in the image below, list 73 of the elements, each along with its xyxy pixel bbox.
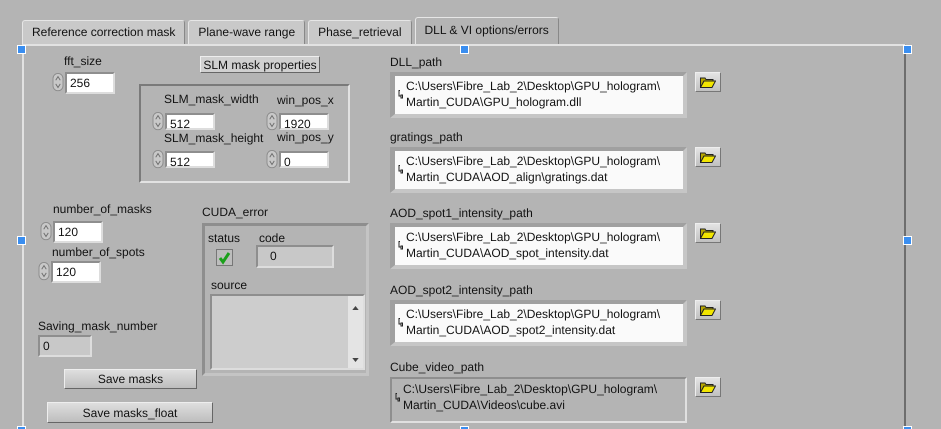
spinner-icon[interactable] xyxy=(152,112,164,132)
path-field[interactable]: C:\Users\Fibre_Lab_2\Desktop\GPU_hologram\ Martin_CUDA\AOD_align\gratings.dat xyxy=(390,147,687,193)
field-label: fft_size xyxy=(64,54,102,68)
field-label: SLM_mask_height xyxy=(164,131,264,145)
save-button[interactable]: Save masks_float xyxy=(47,402,213,423)
path-field[interactable]: C:\Users\Fibre_Lab_2\Desktop\GPU_hologram\ Martin_CUDA\Videos\cube.avi xyxy=(390,377,687,423)
browse-button[interactable] xyxy=(695,223,721,243)
properties-button[interactable]: SLM mask properties xyxy=(200,56,320,73)
scrollbar[interactable] xyxy=(348,296,363,368)
numeric-field[interactable]: 120 xyxy=(51,261,101,283)
path-icon xyxy=(398,241,403,250)
numeric-field[interactable]: 1920 xyxy=(279,113,329,130)
selection-handle[interactable] xyxy=(903,236,912,245)
spinner-icon[interactable] xyxy=(52,73,64,93)
browse-button[interactable] xyxy=(695,72,721,92)
folder-icon xyxy=(700,382,716,392)
path-text: C:\Users\Fibre_Lab_2\Desktop\GPU_hologram\ Martin_CUDA\AOD_spot_intensity.dat xyxy=(406,229,660,261)
selection-handle[interactable] xyxy=(460,45,469,54)
folder-icon xyxy=(700,152,716,162)
path-text: C:\Users\Fibre_Lab_2\Desktop\GPU_hologram\ Martin_CUDA\Videos\cube.avi xyxy=(403,381,658,413)
folder-icon xyxy=(700,304,716,316)
browse-button[interactable] xyxy=(695,300,721,320)
path-label: Cube_video_path xyxy=(390,360,484,374)
cluster-label: CUDA_error xyxy=(202,205,268,219)
numeric-field[interactable]: 0 xyxy=(279,151,329,168)
path-label: AOD_spot2_intensity_path xyxy=(390,283,533,297)
path-icon xyxy=(398,318,403,327)
browse-button[interactable] xyxy=(695,147,721,167)
path-field[interactable]: C:\Users\Fibre_Lab_2\Desktop\GPU_hologram\ Martin_CUDA\GPU_hologram.dll xyxy=(390,72,687,118)
path-icon xyxy=(395,393,400,402)
status-label: status xyxy=(208,231,240,245)
spinner-icon[interactable] xyxy=(266,112,278,132)
spinner-icon[interactable] xyxy=(40,222,52,242)
field-label: number_of_spots xyxy=(52,245,145,259)
scroll-down-icon[interactable] xyxy=(352,358,359,362)
path-icon xyxy=(398,165,403,174)
save-button[interactable]: Save masks xyxy=(64,369,197,389)
tab[interactable]: Phase_retrieval xyxy=(308,20,412,44)
tab[interactable]: Plane-wave range xyxy=(188,20,306,44)
numeric-field[interactable]: 256 xyxy=(65,72,115,94)
scroll-up-icon[interactable] xyxy=(352,306,359,310)
code-field: 0 xyxy=(256,245,334,268)
field-label: number_of_masks xyxy=(53,202,152,216)
selection-handle[interactable] xyxy=(903,45,912,54)
numeric-field[interactable]: 512 xyxy=(165,151,215,168)
path-text: C:\Users\Fibre_Lab_2\Desktop\GPU_hologram\ Martin_CUDA\GPU_hologram.dll xyxy=(406,78,660,110)
tab[interactable]: Reference correction mask xyxy=(22,20,186,44)
path-icon xyxy=(398,90,403,99)
folder-icon xyxy=(700,76,716,88)
selection-handle[interactable] xyxy=(17,45,26,54)
folder-icon xyxy=(700,228,716,238)
code-label: code xyxy=(259,231,286,245)
spinner-icon[interactable] xyxy=(38,262,50,282)
path-field[interactable]: C:\Users\Fibre_Lab_2\Desktop\GPU_hologram\ Martin_CUDA\AOD_spot2_intensity.dat xyxy=(390,300,687,346)
path-field[interactable]: C:\Users\Fibre_Lab_2\Desktop\GPU_hologram\ Martin_CUDA\AOD_spot_intensity.dat xyxy=(390,223,687,269)
selection-handle[interactable] xyxy=(17,236,26,245)
field-label: win_pos_x xyxy=(277,93,334,107)
spinner-icon[interactable] xyxy=(152,150,164,170)
path-label: gratings_path xyxy=(390,130,463,144)
browse-button[interactable] xyxy=(695,377,721,397)
field-label: SLM_mask_width xyxy=(164,92,259,106)
path-label: DLL_path xyxy=(390,55,442,69)
spinner-icon[interactable] xyxy=(266,150,278,170)
path-text: C:\Users\Fibre_Lab_2\Desktop\GPU_hologram\ Martin_CUDA\AOD_spot2_intensity.dat xyxy=(406,306,660,338)
source-label: source xyxy=(211,278,248,292)
numeric-field[interactable]: 0 xyxy=(38,335,92,357)
numeric-field[interactable]: 512 xyxy=(165,113,215,130)
tab[interactable]: DLL & VI options/errors xyxy=(414,17,559,45)
field-label: win_pos_y xyxy=(277,130,334,144)
field-label: Saving_mask_number xyxy=(38,319,158,333)
path-text: C:\Users\Fibre_Lab_2\Desktop\GPU_hologram\ Martin_CUDA\AOD_align\gratings.dat xyxy=(406,153,660,185)
path-label: AOD_spot1_intensity_path xyxy=(390,206,533,220)
numeric-field[interactable]: 120 xyxy=(53,221,103,243)
